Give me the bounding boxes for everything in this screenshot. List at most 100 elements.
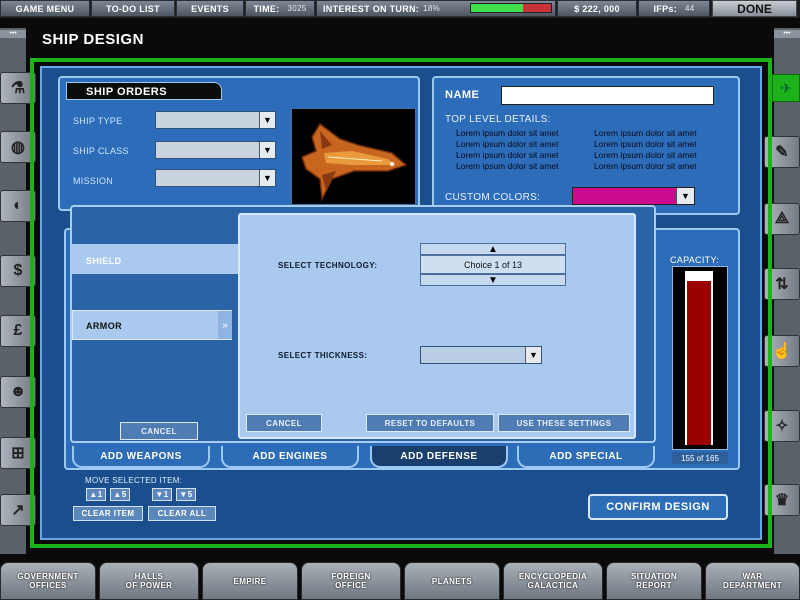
ifps-value: 44 <box>685 4 695 13</box>
chevron-down-icon[interactable]: ▼ <box>488 275 498 286</box>
technology-choice: Choice 1 of 13 <box>420 255 566 274</box>
capacity-track <box>685 271 713 445</box>
ship-type-dropdown[interactable]: ▼ <box>155 111 276 129</box>
name-label: NAME <box>445 89 480 101</box>
page-title: SHIP DESIGN <box>42 31 144 48</box>
nav-label: PLANETS <box>431 576 473 586</box>
nav-label: GOVERNMENT <box>17 572 79 581</box>
nav-label: FOREIGN <box>331 572 371 581</box>
ship-orders-header: SHIP ORDERS <box>86 86 168 98</box>
clear-all-button[interactable]: CLEAR ALL <box>148 506 216 521</box>
todo-list-button[interactable]: TO-DO LIST <box>91 0 175 17</box>
money-display: $ 222, 000 <box>557 0 637 17</box>
tab-add-defense[interactable]: ADD DEFENSE <box>370 446 508 468</box>
done-button[interactable]: DONE <box>712 0 797 17</box>
nav-foreign-office[interactable]: FOREIGN OFFICE <box>301 562 401 600</box>
nav-label: OFFICE <box>335 581 367 590</box>
left-rail-grip: ••• <box>0 30 26 38</box>
events-button[interactable]: EVENTS <box>176 0 244 17</box>
nav-empire[interactable]: EMPIRE <box>202 562 298 600</box>
technology-down-button[interactable]: ▼ <box>420 274 566 286</box>
ship-class-dropdown[interactable]: ▼ <box>155 141 276 159</box>
nav-label: GALACTICA <box>527 581 579 590</box>
details-line: Lorem ipsum dolor sit amet <box>594 161 697 171</box>
time-display: TIME: 3025 <box>245 0 315 17</box>
mission-label: MISSION <box>73 176 114 186</box>
interest-label: INTEREST ON TURN: <box>323 3 420 14</box>
nav-war-department[interactable]: WAR DEPARTMENT <box>705 562 800 600</box>
details-line: Lorem ipsum dolor sit amet <box>594 150 697 160</box>
move-selected-item-label: MOVE SELECTED ITEM: <box>85 476 183 485</box>
select-technology-label: SELECT TECHNOLOGY: <box>278 261 378 270</box>
shield-label[interactable]: SHIELD <box>86 256 121 266</box>
time-label: TIME: <box>253 3 280 14</box>
rocket-icon[interactable]: ✈ <box>772 74 800 102</box>
top-level-details-header: TOP LEVEL DETAILS: <box>445 114 551 125</box>
ifps-display: IFPs: 44 <box>638 0 710 17</box>
nav-halls-of-power[interactable]: HALLS OF POWER <box>99 562 199 600</box>
move-up-5-button[interactable]: ▲5 <box>110 488 130 501</box>
details-line: Lorem ipsum dolor sit amet <box>456 139 559 149</box>
armor-label[interactable]: ARMOR <box>86 321 122 331</box>
ship-class-label: SHIP CLASS <box>73 146 129 156</box>
capacity-gauge <box>672 266 728 450</box>
capacity-value: 155 of 165 <box>672 452 728 464</box>
nav-situation-report[interactable]: SITUATION REPORT <box>606 562 702 600</box>
details-line: Lorem ipsum dolor sit amet <box>594 128 697 138</box>
reset-to-defaults-button[interactable]: RESET TO DEFAULTS <box>366 414 494 432</box>
nav-label: DEPARTMENT <box>723 581 782 590</box>
interest-bar-fill <box>471 4 523 12</box>
tab-add-weapons[interactable]: ADD WEAPONS <box>72 446 210 468</box>
custom-colors-dropdown[interactable]: ▼ <box>572 187 695 205</box>
details-col1: Lorem ipsum dolor sit amet Lorem ipsum d… <box>456 128 559 172</box>
nav-label: REPORT <box>636 581 672 590</box>
tab-add-special[interactable]: ADD SPECIAL <box>517 446 655 468</box>
move-down-1-button[interactable]: ▼1 <box>152 488 172 501</box>
chevron-down-icon[interactable]: ▼ <box>259 142 275 158</box>
nav-label: OFFICES <box>29 581 67 590</box>
nav-label: ENCYCLOPEDIA <box>518 572 588 581</box>
ship-type-label: SHIP TYPE <box>73 116 123 126</box>
interest-value: 18% <box>423 4 441 13</box>
game-menu-button[interactable]: GAME MENU <box>0 0 90 17</box>
chevron-up-icon[interactable]: ▲ <box>488 244 498 255</box>
custom-colors-label: CUSTOM COLORS: <box>445 192 541 203</box>
details-line: Lorem ipsum dolor sit amet <box>456 150 559 160</box>
chevron-right-icon[interactable]: » <box>218 311 232 339</box>
nav-encyclopedia-galactica[interactable]: ENCYCLOPEDIA GALACTICA <box>503 562 603 600</box>
details-col2: Lorem ipsum dolor sit amet Lorem ipsum d… <box>594 128 697 172</box>
confirm-design-button[interactable]: CONFIRM DESIGN <box>588 494 728 520</box>
chevron-down-icon[interactable]: ▼ <box>525 347 541 363</box>
technology-up-button[interactable]: ▲ <box>420 243 566 255</box>
nav-label: HALLS <box>134 572 164 581</box>
clear-item-button[interactable]: CLEAR ITEM <box>73 506 143 521</box>
nav-label: SITUATION <box>630 572 678 581</box>
mission-dropdown[interactable]: ▼ <box>155 169 276 187</box>
dialog-cancel-left-button[interactable]: CANCEL <box>120 422 198 440</box>
dialog-cancel-button[interactable]: CANCEL <box>246 414 322 432</box>
capacity-label: CAPACITY: <box>670 255 720 265</box>
select-thickness-label: SELECT THICKNESS: <box>278 351 368 360</box>
left-rail <box>0 28 26 554</box>
time-value: 3025 <box>287 4 307 13</box>
ifps-label: IFPs: <box>653 3 677 14</box>
chevron-down-icon[interactable]: ▼ <box>676 188 694 204</box>
tab-add-engines[interactable]: ADD ENGINES <box>221 446 359 468</box>
nav-planets[interactable]: PLANETS <box>404 562 500 600</box>
ship-preview-image <box>301 122 408 202</box>
details-line: Lorem ipsum dolor sit amet <box>456 161 559 171</box>
thickness-dropdown[interactable]: ▼ <box>420 346 542 364</box>
chevron-down-icon[interactable]: ▼ <box>259 112 275 128</box>
move-down-5-button[interactable]: ▼5 <box>176 488 196 501</box>
name-input[interactable] <box>501 86 714 105</box>
nav-government-offices[interactable]: GOVERNMENT OFFICES <box>0 562 96 600</box>
right-rail-grip: ••• <box>774 30 800 38</box>
chevron-down-icon[interactable]: ▼ <box>259 170 275 186</box>
move-up-1-button[interactable]: ▲1 <box>86 488 106 501</box>
use-these-settings-button[interactable]: USE THESE SETTINGS <box>498 414 630 432</box>
nav-label: WAR <box>742 572 763 581</box>
nav-label: EMPIRE <box>233 576 267 586</box>
top-bar: GAME MENU TO-DO LIST EVENTS TIME: 3025 I… <box>0 0 800 18</box>
interest-bar <box>470 3 552 13</box>
nav-label: OF POWER <box>125 581 173 590</box>
